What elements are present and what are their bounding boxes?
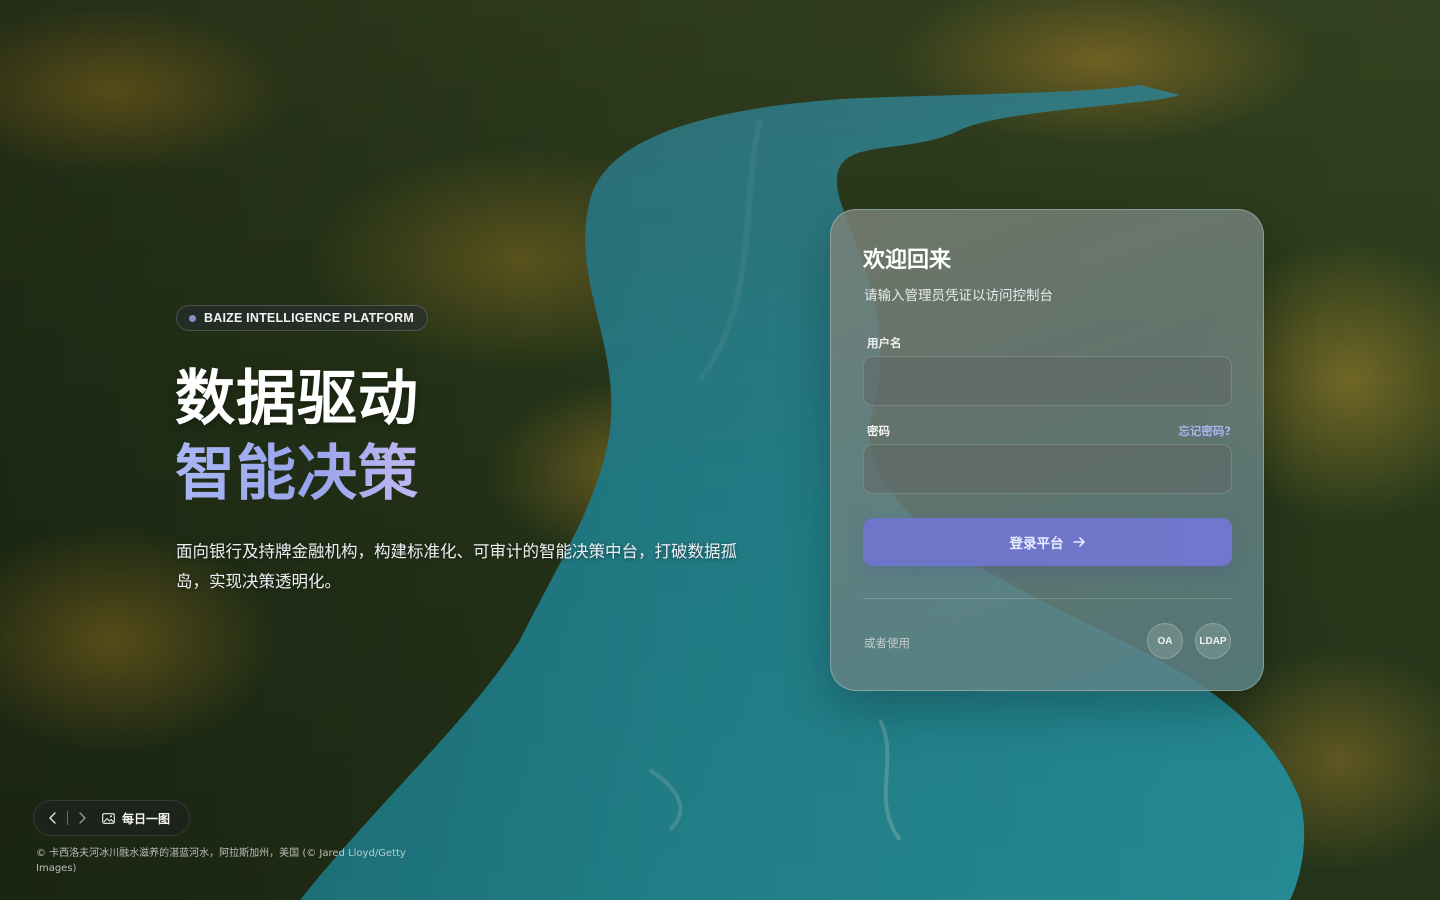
platform-badge-label: BAIZE INTELLIGENCE PLATFORM bbox=[204, 311, 415, 325]
next-image-button[interactable] bbox=[68, 800, 96, 836]
chevron-right-icon bbox=[79, 812, 86, 824]
image-icon bbox=[102, 812, 115, 824]
daily-image-button[interactable]: 每日一图 bbox=[102, 810, 170, 827]
hero-headline: 数据驱动 智能决策 bbox=[175, 362, 419, 512]
dot-icon bbox=[189, 314, 196, 322]
login-title: 欢迎回来 bbox=[863, 248, 952, 273]
ldap-login-button[interactable]: LDAP bbox=[1195, 623, 1231, 659]
login-subtitle: 请输入管理员凭证以访问控制台 bbox=[864, 288, 1053, 304]
login-card: 欢迎回来 请输入管理员凭证以访问控制台 用户名 密码 忘记密码? 登录平台 或者… bbox=[830, 209, 1264, 691]
headline-line-1: 数据驱动 bbox=[175, 364, 419, 434]
hero-description: 面向银行及持牌金融机构，构建标准化、可审计的智能决策中台，打破数据孤岛，实现决策… bbox=[176, 542, 737, 591]
username-input[interactable] bbox=[863, 356, 1232, 406]
oa-login-button[interactable]: OA bbox=[1147, 623, 1183, 659]
login-button-label: 登录平台 bbox=[1009, 536, 1064, 552]
previous-image-button[interactable] bbox=[39, 800, 67, 836]
alternative-login-label: 或者使用 bbox=[864, 636, 910, 650]
password-input[interactable] bbox=[863, 444, 1232, 494]
daily-image-control: 每日一图 bbox=[33, 800, 190, 836]
arrow-right-icon bbox=[1072, 537, 1085, 547]
daily-image-label: 每日一图 bbox=[122, 811, 171, 826]
password-label: 密码 bbox=[867, 424, 890, 438]
platform-badge: BAIZE INTELLIGENCE PLATFORM bbox=[176, 305, 429, 331]
chevron-left-icon bbox=[49, 812, 56, 824]
headline-line-2: 智能决策 bbox=[175, 437, 419, 512]
login-button[interactable]: 登录平台 bbox=[863, 518, 1232, 566]
forgot-password-link[interactable]: 忘记密码? bbox=[1178, 423, 1231, 439]
image-caption: © 卡西洛夫河冰川融水滋养的湛蓝河水，阿拉斯加州，美国 (© Jared Llo… bbox=[36, 848, 406, 874]
username-label: 用户名 bbox=[867, 336, 902, 350]
divider bbox=[863, 598, 1232, 599]
